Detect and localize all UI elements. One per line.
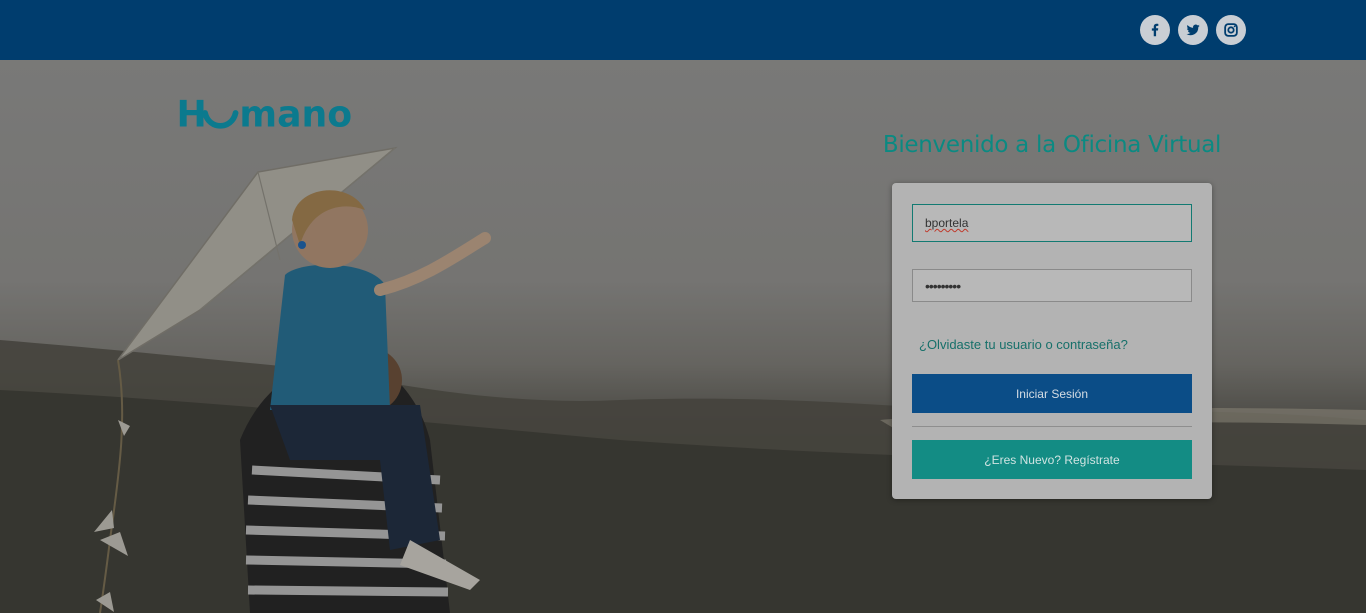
login-button[interactable]: Iniciar Sesión — [912, 374, 1192, 413]
svg-text:mano: mano — [239, 92, 352, 132]
register-button[interactable]: ¿Eres Nuevo? Regístrate — [912, 440, 1192, 479]
facebook-icon[interactable] — [1140, 15, 1170, 45]
humano-logo[interactable]: H mano — [172, 92, 362, 132]
password-value: ••••••••• — [925, 277, 961, 294]
twitter-icon[interactable] — [1178, 15, 1208, 45]
password-input[interactable]: ••••••••• — [912, 269, 1192, 302]
username-value: bportela — [925, 216, 969, 230]
svg-text:H: H — [177, 92, 207, 132]
top-bar — [0, 0, 1366, 60]
username-input[interactable]: bportela — [912, 204, 1192, 242]
forgot-credentials-link[interactable]: ¿Olvidaste tu usuario o contraseña? — [919, 337, 1128, 352]
welcome-title: Bienvenido a la Oficina Virtual — [882, 132, 1222, 158]
instagram-icon[interactable] — [1216, 15, 1246, 45]
login-card: bportela ••••••••• ¿Olvidaste tu usuario… — [892, 183, 1212, 499]
divider — [912, 426, 1192, 427]
